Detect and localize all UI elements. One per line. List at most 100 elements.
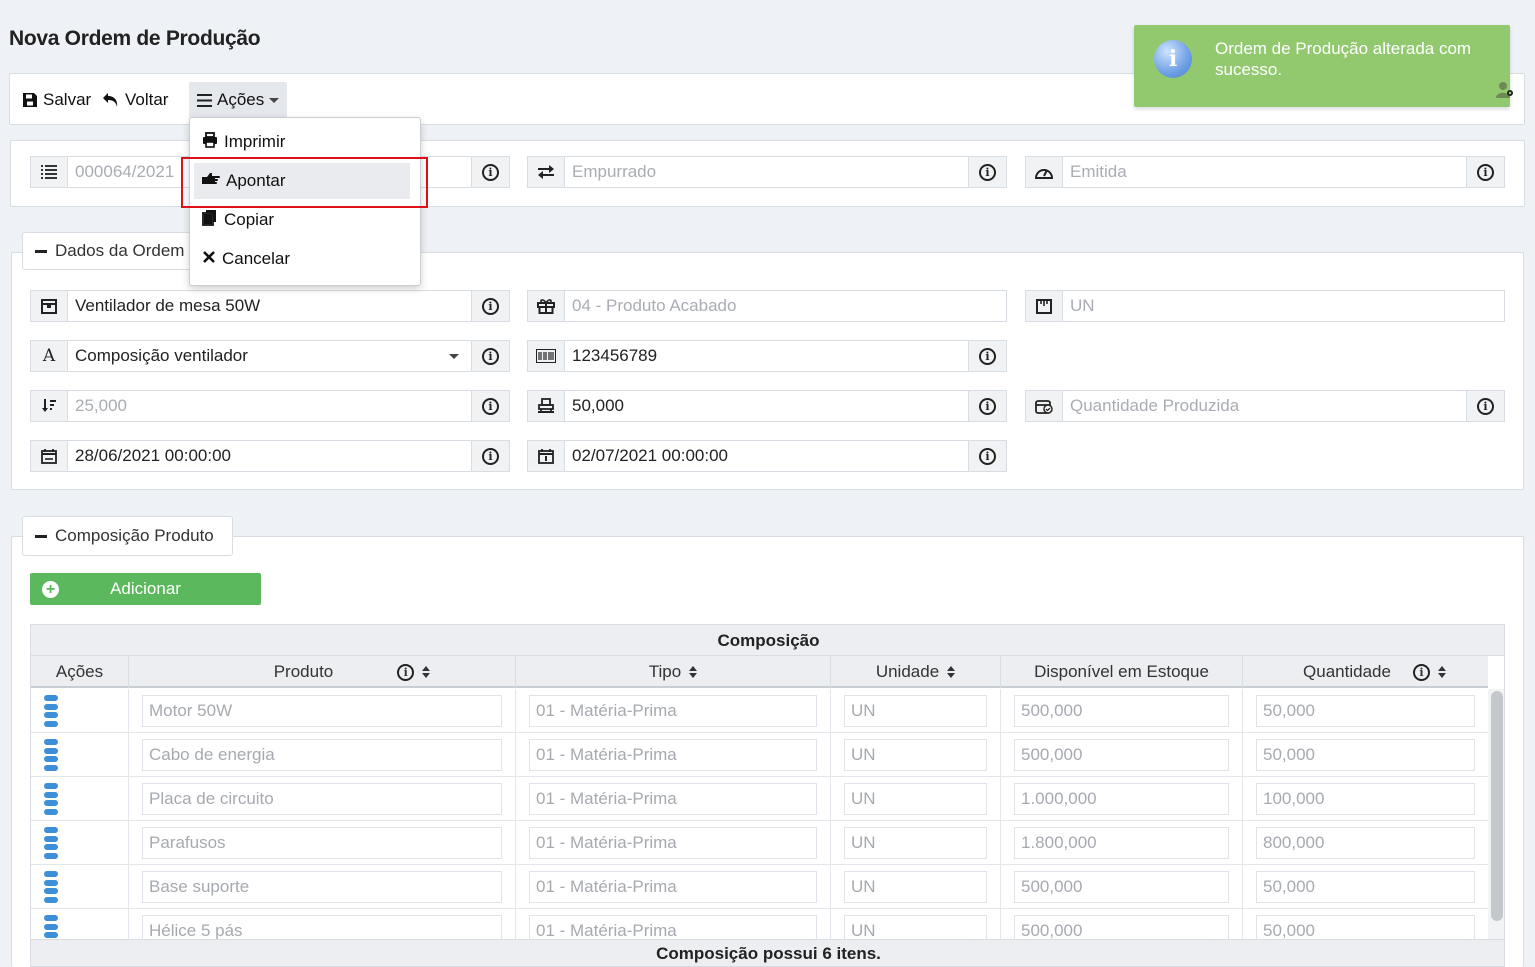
product-cell: Placa de circuito	[129, 777, 516, 821]
barcode-field: 123456789 i	[527, 340, 1007, 372]
quantity-cell: 800,000	[1243, 821, 1488, 865]
type-input[interactable]: 01 - Matéria-Prima	[529, 739, 817, 771]
scrollbar-thumb[interactable]	[1491, 691, 1503, 921]
quantity-cell: 50,000	[1243, 689, 1488, 733]
product-input[interactable]: Base suporte	[142, 871, 502, 903]
row-actions-icon[interactable]	[44, 783, 58, 815]
col-header-estoque[interactable]: Disponível em Estoque	[1001, 656, 1243, 688]
table-row: Parafusos 01 - Matéria-Prima UN 1.800,000 80…	[31, 821, 1488, 865]
product-cell: Motor 50W	[129, 689, 516, 733]
product-input[interactable]: Parafusos	[142, 827, 502, 859]
type-input[interactable]: 01 - Matéria-Prima	[529, 827, 817, 859]
stock-input[interactable]: 1.800,000	[1014, 827, 1229, 859]
type-cell: 01 - Matéria-Prima	[516, 865, 831, 909]
info-icon[interactable]: i	[969, 156, 1007, 188]
row-actions-icon[interactable]	[44, 739, 58, 771]
quantity-input[interactable]: 50,000	[1256, 915, 1475, 939]
quantity-input[interactable]: 100,000	[1256, 783, 1475, 815]
grid-scrollbar[interactable]	[1488, 689, 1504, 941]
col-header-tipo[interactable]: Tipo	[516, 656, 831, 688]
info-icon[interactable]: i	[1467, 156, 1505, 188]
sort-icon[interactable]	[422, 666, 431, 678]
pallet-icon	[527, 390, 565, 422]
info-icon[interactable]: i	[1412, 663, 1430, 681]
row-actions-icon[interactable]	[44, 695, 58, 727]
menu-item-cancelar[interactable]: Cancelar	[194, 241, 410, 277]
unit-input[interactable]: UN	[844, 915, 987, 939]
sort-icon[interactable]	[689, 666, 698, 678]
start-date-input[interactable]: 28/06/2021 00:00:00	[68, 440, 472, 472]
menu-item-imprimir[interactable]: Imprimir	[194, 124, 410, 160]
sort-icon[interactable]	[1437, 666, 1446, 678]
info-icon[interactable]: i	[472, 156, 510, 188]
order-data-legend[interactable]: Dados da Ordem	[22, 232, 202, 270]
sort-icon[interactable]	[947, 666, 956, 678]
col-header-unidade[interactable]: Unidade	[831, 656, 1001, 688]
min-qty-field: 25,000 i	[30, 390, 510, 422]
quantity-input[interactable]: 800,000	[1256, 827, 1475, 859]
end-date-input[interactable]: 02/07/2021 00:00:00	[565, 440, 969, 472]
composition-select[interactable]: Composição ventilador	[68, 340, 472, 372]
info-icon[interactable]: i	[472, 390, 510, 422]
stock-input[interactable]: 500,000	[1014, 739, 1229, 771]
unit-input[interactable]: UN	[844, 695, 987, 727]
add-button[interactable]: + Adicionar	[30, 573, 261, 605]
unit-input[interactable]: UN	[844, 871, 987, 903]
info-icon[interactable]: i	[397, 663, 415, 681]
info-icon[interactable]: i	[1467, 390, 1505, 422]
product-input[interactable]: Ventilador de mesa 50W	[68, 290, 472, 322]
info-icon[interactable]: i	[969, 440, 1007, 472]
unit-input[interactable]: UN	[844, 739, 987, 771]
row-actions-icon[interactable]	[44, 871, 58, 903]
min-qty-input[interactable]: 25,000	[68, 390, 472, 422]
product-input[interactable]: Hélice 5 pás	[142, 915, 502, 939]
table-row: Cabo de energia 01 - Matéria-Prima UN 500,0…	[31, 733, 1488, 777]
type-input[interactable]: 01 - Matéria-Prima	[529, 871, 817, 903]
barcode-input[interactable]: 123456789	[565, 340, 969, 372]
col-header-produto[interactable]: Produto i	[129, 656, 516, 688]
produced-qty-input[interactable]: Quantidade Produzida	[1063, 390, 1467, 422]
save-button[interactable]: Salvar	[22, 82, 91, 118]
quantity-cell: 50,000	[1243, 909, 1488, 939]
type-cell: 01 - Matéria-Prima	[516, 777, 831, 821]
product-input[interactable]: Cabo de energia	[142, 739, 502, 771]
composition-legend[interactable]: Composição Produto	[22, 516, 233, 556]
stock-input[interactable]: 500,000	[1014, 695, 1229, 727]
product-type-input[interactable]: 04 - Produto Acabado	[565, 290, 1007, 322]
product-input[interactable]: Placa de circuito	[142, 783, 502, 815]
ruler-box-icon	[1025, 290, 1063, 322]
back-button[interactable]: Voltar	[102, 82, 168, 118]
stock-input[interactable]: 1.000,000	[1014, 783, 1229, 815]
unit-input[interactable]: UN	[1063, 290, 1505, 322]
info-icon[interactable]: i	[472, 340, 510, 372]
order-type-input[interactable]: Empurrado	[565, 156, 969, 188]
row-actions-icon[interactable]	[44, 915, 58, 939]
qty-field: 50,000 i	[527, 390, 1007, 422]
stock-input[interactable]: 500,000	[1014, 871, 1229, 903]
unit-input[interactable]: UN	[844, 827, 987, 859]
stock-cell: 500,000	[1001, 689, 1243, 733]
success-toast[interactable]: i Ordem de Produção alterada com sucesso…	[1134, 25, 1513, 107]
info-icon[interactable]: i	[472, 440, 510, 472]
caret-down-icon	[269, 97, 280, 103]
user-settings-icon[interactable]	[1496, 81, 1514, 104]
quantity-input[interactable]: 50,000	[1256, 739, 1475, 771]
type-input[interactable]: 01 - Matéria-Prima	[529, 915, 817, 939]
info-icon[interactable]: i	[969, 340, 1007, 372]
row-actions-icon[interactable]	[44, 827, 58, 859]
info-icon[interactable]: i	[969, 390, 1007, 422]
unit-input[interactable]: UN	[844, 783, 987, 815]
col-header-quantidade[interactable]: Quantidade i	[1243, 656, 1488, 688]
actions-dropdown-button[interactable]: Ações	[189, 82, 288, 118]
composition-legend-label: Composição Produto	[55, 526, 214, 545]
product-input[interactable]: Motor 50W	[142, 695, 502, 727]
order-status-input[interactable]: Emitida	[1063, 156, 1467, 188]
type-input[interactable]: 01 - Matéria-Prima	[529, 695, 817, 727]
quantity-input[interactable]: 50,000	[1256, 695, 1475, 727]
type-input[interactable]: 01 - Matéria-Prima	[529, 783, 817, 815]
info-icon[interactable]: i	[472, 290, 510, 322]
quantity-input[interactable]: 50,000	[1256, 871, 1475, 903]
qty-input[interactable]: 50,000	[565, 390, 969, 422]
stock-input[interactable]: 500,000	[1014, 915, 1229, 939]
product-field: Ventilador de mesa 50W i	[30, 290, 510, 322]
